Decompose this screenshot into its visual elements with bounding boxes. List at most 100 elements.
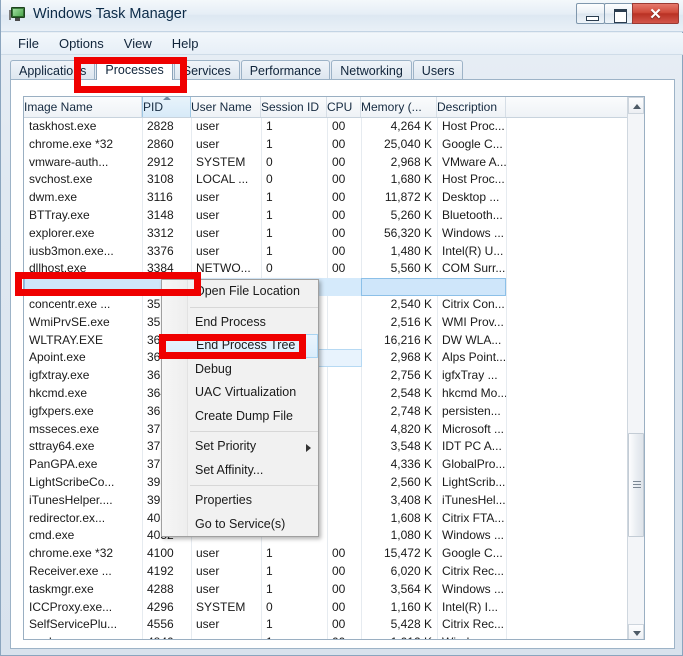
cell-desc: Intel(R) U... [442, 243, 504, 258]
context-menu-item-set-priority[interactable]: Set Priority [162, 435, 318, 459]
cell-desc: Google C... [442, 136, 503, 151]
context-menu-item-end-process[interactable]: End Process [162, 311, 318, 335]
context-menu-item-go-to-service-s[interactable]: Go to Service(s) [162, 513, 318, 537]
table-row[interactable]: vmware-auth... 2912 SYSTEM 0 00 2,968 K VMware… [24, 154, 628, 172]
window-title: Windows Task Manager [33, 6, 187, 22]
cell-image: dwm.exe [29, 190, 78, 205]
context-menu-item-properties[interactable]: Properties [162, 489, 318, 513]
context-menu-item-open-file-location[interactable]: Open File Location [162, 280, 318, 304]
vertical-scrollbar[interactable] [627, 97, 644, 639]
table-row[interactable]: svchost.exe 3108 LOCAL ... 0 00 1,680 K Host P… [24, 171, 628, 189]
table-row[interactable]: hkcmd.exe36442,548 Khkcmd Mo... [24, 385, 628, 403]
table-row[interactable]: LightScribeCo...39362,560 KLightScrib... [24, 474, 628, 492]
table-row[interactable]: Receiver.exe ... 4192 user 1 00 6,020 K Citrix… [24, 563, 628, 581]
table-row[interactable]: msseces.exe37324,820 KMicrosoft ... [24, 421, 628, 439]
process-context-menu[interactable]: Open File Location End Process End Process… [161, 279, 319, 537]
cell-cpu [327, 314, 361, 332]
context-menu-item-create-dump-file[interactable]: Create Dump File [162, 405, 318, 429]
column-header-memory[interactable]: Memory (... [361, 97, 437, 117]
minimize-button[interactable] [576, 3, 605, 24]
cell-mem: 2,968 K [390, 350, 432, 365]
menu-view[interactable]: View [115, 34, 161, 53]
cell-pid: 4288 [147, 581, 174, 596]
context-menu-item-uac-virtualization[interactable]: UAC Virtualization [162, 381, 318, 405]
tab-networking[interactable]: Networking [331, 60, 412, 80]
context-menu-item-set-affinity[interactable]: Set Affinity... [162, 459, 318, 483]
column-header-cpu[interactable]: CPU [327, 97, 361, 117]
table-row[interactable]: chrome.exe *32 4100 user 1 00 15,472 K Google … [24, 545, 628, 563]
cell-session: 1 [266, 546, 273, 561]
table-row[interactable]: explorer.exe 3312 user 1 00 56,320 K Windows .… [24, 225, 628, 243]
scroll-up-button[interactable] [628, 97, 644, 114]
scroll-down-button[interactable] [628, 624, 644, 639]
chevron-down-icon [633, 631, 641, 636]
cell-desc: COM Surr... [442, 261, 506, 276]
cell-pid: 4192 [147, 563, 174, 578]
cell-mem: 4,264 K [390, 119, 432, 133]
cell-mem: 2,968 K [390, 154, 432, 169]
sort-ascending-icon [162, 97, 171, 100]
column-header-session-id[interactable]: Session ID [261, 97, 327, 117]
table-row[interactable]: sttray64.exe37563,548 KIDT PC A... [24, 438, 628, 456]
table-row[interactable]: igfxtray.exe36362,756 KigfxTray ... [24, 367, 628, 385]
cell-image: chrome.exe *32 [29, 136, 114, 151]
table-row[interactable]: iTunesHelper....39523,408 KiTunesHel... [24, 492, 628, 510]
cell-image: SelfServicePlu... [29, 617, 118, 632]
table-row[interactable]: ICCProxy.exe... 4296 SYSTEM 0 00 1,160 K Intel… [24, 599, 628, 617]
cell-session: 1 [266, 225, 273, 240]
cell-image: concentr.exe ... [29, 296, 111, 311]
cell-cpu [327, 278, 361, 296]
table-row[interactable]: dllhost.exe 3384 NETWO... 0 00 5,560 K COM Sur… [24, 260, 628, 278]
column-header-pid[interactable]: PID [142, 97, 191, 117]
table-row[interactable]: taskmgr.exe 4288 user 1 00 3,564 K Windows ... [24, 581, 628, 599]
table-row[interactable]: chrome.exe *32 2860 user 1 00 25,040 K Google … [24, 136, 628, 154]
table-row[interactable]: taskhost.exe 2828 user 1 00 4,264 K Host Proc.… [24, 118, 628, 136]
cell-mem: 2,540 K [390, 296, 432, 311]
column-header-user-name[interactable]: User Name [191, 97, 261, 117]
cell-mem: 15,472 K [383, 546, 432, 561]
tab-applications[interactable]: Applications [10, 60, 96, 80]
cell-mem: 4,820 K [390, 421, 432, 436]
cell-image: hkcmd.exe [29, 385, 88, 400]
cell-image: msseces.exe [29, 421, 100, 436]
maximize-button[interactable] [604, 3, 633, 24]
table-row[interactable]: PanGPA.exe37964,336 KGlobalPro... [24, 456, 628, 474]
cell-image: taskhost.exe [29, 119, 97, 133]
cell-mem: 56,320 K [383, 225, 432, 240]
tab-processes[interactable]: Processes [96, 58, 173, 80]
table-row[interactable]: redirector.ex...40321,608 KCitrix FTA... [24, 510, 628, 528]
context-menu-item-end-process-tree[interactable]: End Process Tree [162, 334, 318, 358]
menu-help[interactable]: Help [163, 34, 208, 53]
cell-pid: 3376 [147, 243, 174, 258]
context-menu-item-label: Create Dump File [195, 408, 293, 423]
cell-mem: 3,564 K [390, 581, 432, 596]
cell-cpu: 00 [332, 261, 346, 276]
table-row[interactable]: concentr.exe ...35642,540 KCitrix Con... [24, 296, 628, 314]
table-row[interactable]: WLTRAY.EXE362016,216 KDW WLA... [24, 332, 628, 350]
process-list[interactable]: Image Name PID User Name Session ID CPU … [23, 96, 645, 640]
table-row[interactable]: cmd.exe40521,080 KWindows ... [24, 527, 628, 545]
column-header-description[interactable]: Description [437, 97, 506, 117]
menu-file[interactable]: File [9, 34, 48, 53]
close-button[interactable]: ✕ [632, 3, 679, 24]
menu-options[interactable]: Options [50, 34, 113, 53]
column-header-image-name[interactable]: Image Name [24, 97, 142, 117]
cell-mem: 3,548 K [390, 439, 432, 454]
table-row[interactable]: WmiPrvSE.exe35682,516 KWMI Prov... [24, 314, 628, 332]
tab-users[interactable]: Users [412, 60, 464, 80]
cell-cpu [327, 385, 361, 403]
table-row[interactable]: dwm.exe 3116 user 1 00 11,872 K Desktop ... [24, 189, 628, 207]
table-row[interactable]: iusb3mon.exe... 3376 user 1 00 1,480 K Intel(R… [24, 243, 628, 261]
table-row[interactable]: BTTray.exe 3148 user 1 00 5,260 K Bluetooth... [24, 207, 628, 225]
cell-desc: igfxTray ... [442, 368, 498, 383]
cell-mem: 2,516 K [390, 314, 432, 329]
table-row[interactable]: igfxpers.exe36602,748 Kpersisten... [24, 403, 628, 421]
tab-services[interactable]: Services [173, 60, 240, 80]
tab-performance[interactable]: Performance [240, 60, 331, 80]
scrollbar-thumb[interactable] [628, 433, 644, 537]
table-row[interactable]: SelfServicePlu... 4556 user 1 00 5,428 K Citri… [24, 616, 628, 634]
context-menu-item-debug[interactable]: Debug [162, 358, 318, 382]
cell-cpu: 00 [332, 190, 346, 205]
cell-desc: iTunesHel... [442, 492, 506, 507]
table-row[interactable]: cmd.exe4840user1001,012 KWindows ... [24, 634, 628, 639]
